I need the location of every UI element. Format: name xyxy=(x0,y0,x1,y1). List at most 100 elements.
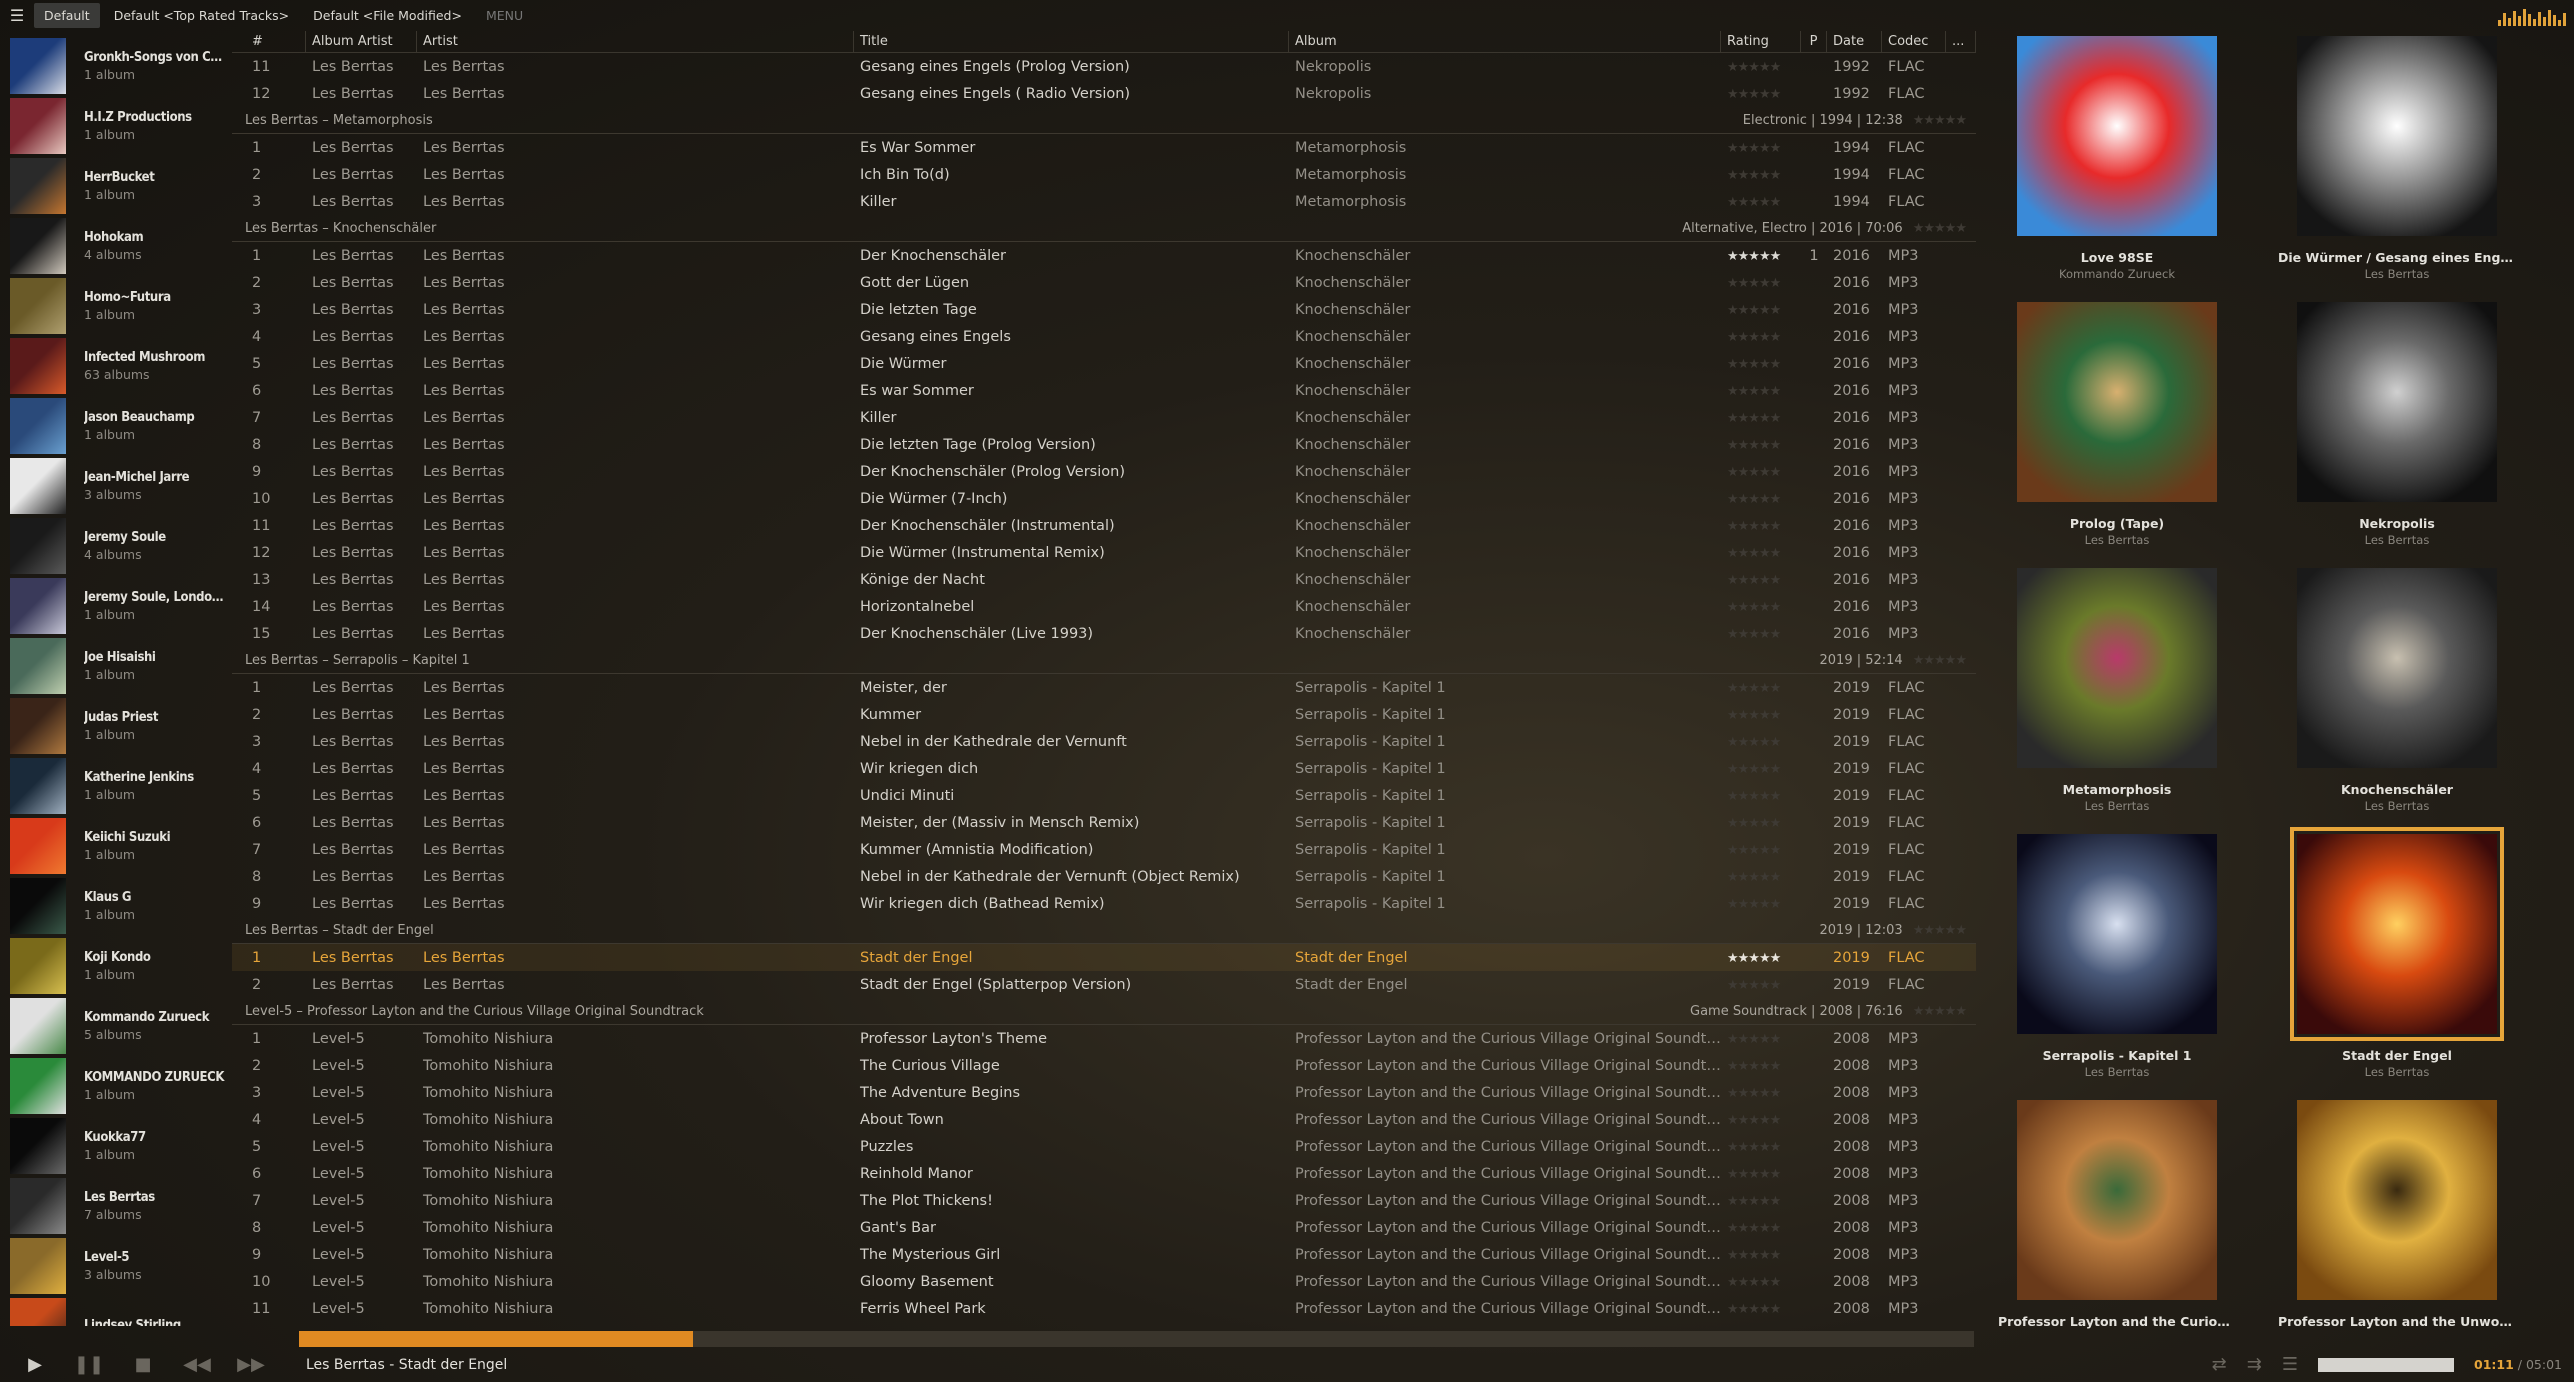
table-row[interactable]: 2 Les Berrtas Les Berrtas Ich Bin To(d) Meta… xyxy=(232,161,1976,188)
sidebar-item-artist[interactable]: Jeremy Soule, London S... 1 album xyxy=(0,576,230,636)
table-row[interactable]: 5 Les Berrtas Les Berrtas Die Würmer Knochen… xyxy=(232,350,1976,377)
rating-cell[interactable]: ★★★★★ xyxy=(1721,1220,1801,1236)
table-row[interactable]: 13 Les Berrtas Les Berrtas Könige der Nacht… xyxy=(232,566,1976,593)
album-tile[interactable]: Love 98SE Kommando Zurueck xyxy=(1992,36,2242,281)
rating-stars[interactable]: ★★★★★ xyxy=(1727,492,1781,507)
album-cover[interactable] xyxy=(2297,1100,2497,1300)
rating-stars[interactable]: ★★★★★ xyxy=(1727,330,1781,345)
album-cover[interactable] xyxy=(2017,834,2217,1034)
rating-stars[interactable]: ★★★★★ xyxy=(1727,546,1781,561)
rating-cell[interactable]: ★★★★★ xyxy=(1721,1058,1801,1074)
table-row[interactable]: 10 Les Berrtas Les Berrtas Die Würmer (7-In… xyxy=(232,485,1976,512)
rating-cell[interactable]: ★★★★★ xyxy=(1721,1274,1801,1290)
rating-stars[interactable]: ★★★★★ xyxy=(1727,1140,1781,1155)
rating-cell[interactable]: ★★★★★ xyxy=(1721,680,1801,696)
rating-cell[interactable]: ★★★★★ xyxy=(1721,1193,1801,1209)
table-row[interactable]: 9 Les Berrtas Les Berrtas Wir kriegen dich … xyxy=(232,890,1976,917)
sidebar-item-artist[interactable]: Les Berrtas 7 albums xyxy=(0,1176,230,1236)
repeat-icon[interactable]: ⇉ xyxy=(2247,1354,2262,1375)
playlist-icon[interactable]: ☰ xyxy=(2282,1354,2298,1375)
sidebar-item-artist[interactable]: Level-5 3 albums xyxy=(0,1236,230,1296)
column-more[interactable]: ... xyxy=(1946,31,1976,53)
table-row[interactable]: 8 Les Berrtas Les Berrtas Die letzten Tage … xyxy=(232,431,1976,458)
rating-cell[interactable]: ★★★★★ xyxy=(1721,464,1801,480)
group-rating-stars[interactable]: ★★★★★ xyxy=(1913,923,1967,938)
rating-cell[interactable]: ★★★★★ xyxy=(1721,437,1801,453)
rating-cell[interactable]: ★★★★★ xyxy=(1721,869,1801,885)
sidebar-item-artist[interactable]: KOMMANDO ZURUECK 1 album xyxy=(0,1056,230,1116)
rating-stars[interactable]: ★★★★★ xyxy=(1727,762,1781,777)
rating-stars[interactable]: ★★★★★ xyxy=(1727,978,1781,993)
rating-stars[interactable]: ★★★★★ xyxy=(1727,1086,1781,1101)
rating-cell[interactable]: ★★★★★ xyxy=(1721,626,1801,642)
rating-cell[interactable]: ★★★★★ xyxy=(1721,572,1801,588)
column-num[interactable]: # xyxy=(232,31,306,53)
table-row[interactable]: 4 Les Berrtas Les Berrtas Gesang eines Enge… xyxy=(232,323,1976,350)
album-tile[interactable]: Stadt der Engel Les Berrtas xyxy=(2272,827,2522,1079)
sidebar-item-artist[interactable]: Hohokam 4 albums xyxy=(0,216,230,276)
album-cover[interactable] xyxy=(2290,827,2504,1041)
rating-stars[interactable]: ★★★★★ xyxy=(1727,519,1781,534)
rating-stars[interactable]: ★★★★★ xyxy=(1727,681,1781,696)
rating-stars[interactable]: ★★★★★ xyxy=(1727,789,1781,804)
album-cover[interactable] xyxy=(2017,302,2217,502)
rating-cell[interactable]: ★★★★★ xyxy=(1721,1166,1801,1182)
table-row[interactable]: 3 Les Berrtas Les Berrtas Nebel in der Kath… xyxy=(232,728,1976,755)
rating-cell[interactable]: ★★★★★ xyxy=(1721,1112,1801,1128)
sidebar-item-artist[interactable]: Kuokka77 1 album xyxy=(0,1116,230,1176)
rating-cell[interactable]: ★★★★★ xyxy=(1721,896,1801,912)
album-cover[interactable] xyxy=(2017,36,2217,236)
table-row[interactable]: 6 Level-5 Tomohito Nishiura Reinhold Manor P… xyxy=(232,1160,1976,1187)
playlist-tab-top-rated[interactable]: Default <Top Rated Tracks> xyxy=(104,3,299,28)
volume-slider[interactable] xyxy=(2318,1357,2454,1372)
rating-cell[interactable]: ★★★★★ xyxy=(1721,599,1801,615)
menu-button[interactable]: MENU xyxy=(476,3,533,28)
sidebar-item-artist[interactable]: Judas Priest 1 album xyxy=(0,696,230,756)
rating-stars[interactable]: ★★★★★ xyxy=(1727,1167,1781,1182)
table-row[interactable]: 3 Level-5 Tomohito Nishiura The Adventure B… xyxy=(232,1079,1976,1106)
rating-cell[interactable]: ★★★★★ xyxy=(1721,167,1801,183)
album-group-header[interactable]: Les Berrtas – Knochenschäler Alternative,… xyxy=(232,215,1976,242)
album-tile[interactable]: Die Würmer / Gesang eines Enge... Les Ber… xyxy=(2272,36,2522,281)
table-row[interactable]: 3 Les Berrtas Les Berrtas Die letzten Tage K… xyxy=(232,296,1976,323)
rating-stars[interactable]: ★★★★★ xyxy=(1727,1302,1781,1317)
rating-cell[interactable]: ★★★★★ xyxy=(1721,1247,1801,1263)
rating-stars[interactable]: ★★★★★ xyxy=(1727,1221,1781,1236)
rating-cell[interactable]: ★★★★★ xyxy=(1721,1301,1801,1317)
sidebar-item-artist[interactable]: Joe Hisaishi 1 album xyxy=(0,636,230,696)
table-row[interactable]: 7 Les Berrtas Les Berrtas Kummer (Amnistia … xyxy=(232,836,1976,863)
album-group-header[interactable]: Les Berrtas – Serrapolis – Kapitel 1 2019… xyxy=(232,647,1976,674)
album-cover[interactable] xyxy=(2297,302,2497,502)
rating-stars[interactable]: ★★★★★ xyxy=(1727,627,1781,642)
table-row[interactable]: 11 Les Berrtas Les Berrtas Gesang eines Eng… xyxy=(232,53,1976,80)
rating-stars[interactable]: ★★★★★ xyxy=(1727,951,1781,966)
rating-cell[interactable]: ★★★★★ xyxy=(1721,734,1801,750)
sidebar-item-artist[interactable]: Jean-Michel Jarre 3 albums xyxy=(0,456,230,516)
rating-stars[interactable]: ★★★★★ xyxy=(1727,897,1781,912)
shuffle-icon[interactable]: ⇄ xyxy=(2212,1354,2227,1375)
table-row[interactable]: 4 Level-5 Tomohito Nishiura About Town Profe… xyxy=(232,1106,1976,1133)
table-row[interactable]: 3 Les Berrtas Les Berrtas Killer Metamorphos… xyxy=(232,188,1976,215)
table-row[interactable]: 6 Les Berrtas Les Berrtas Es war Sommer Knoc… xyxy=(232,377,1976,404)
rating-stars[interactable]: ★★★★★ xyxy=(1727,168,1781,183)
rating-cell[interactable]: ★★★★★ xyxy=(1721,977,1801,993)
column-codec[interactable]: Codec xyxy=(1882,31,1946,53)
column-artist[interactable]: Artist xyxy=(417,31,854,53)
table-row[interactable]: 7 Level-5 Tomohito Nishiura The Plot Thicke… xyxy=(232,1187,1976,1214)
rating-cell[interactable]: ★★★★★ xyxy=(1721,248,1801,264)
rating-stars[interactable]: ★★★★★ xyxy=(1727,438,1781,453)
rating-stars[interactable]: ★★★★★ xyxy=(1727,708,1781,723)
table-row[interactable]: 5 Les Berrtas Les Berrtas Undici Minuti Serr… xyxy=(232,782,1976,809)
sidebar-item-artist[interactable]: Kommando Zurueck 5 albums xyxy=(0,996,230,1056)
table-row[interactable]: 6 Les Berrtas Les Berrtas Meister, der (Mas… xyxy=(232,809,1976,836)
rating-stars[interactable]: ★★★★★ xyxy=(1727,816,1781,831)
rating-stars[interactable]: ★★★★★ xyxy=(1727,141,1781,156)
hamburger-icon[interactable]: ☰ xyxy=(0,0,34,31)
table-row[interactable]: 11 Level-5 Tomohito Nishiura Ferris Wheel P… xyxy=(232,1295,1976,1322)
table-row[interactable]: 4 Les Berrtas Les Berrtas Wir kriegen dich S… xyxy=(232,755,1976,782)
rating-stars[interactable]: ★★★★★ xyxy=(1727,735,1781,750)
table-row[interactable]: 2 Level-5 Tomohito Nishiura The Curious Vil… xyxy=(232,1052,1976,1079)
album-tile[interactable]: Professor Layton and the Curiou... xyxy=(1992,1100,2242,1331)
rating-cell[interactable]: ★★★★★ xyxy=(1721,491,1801,507)
table-row[interactable]: 1 Les Berrtas Les Berrtas Meister, der Serra… xyxy=(232,674,1976,701)
